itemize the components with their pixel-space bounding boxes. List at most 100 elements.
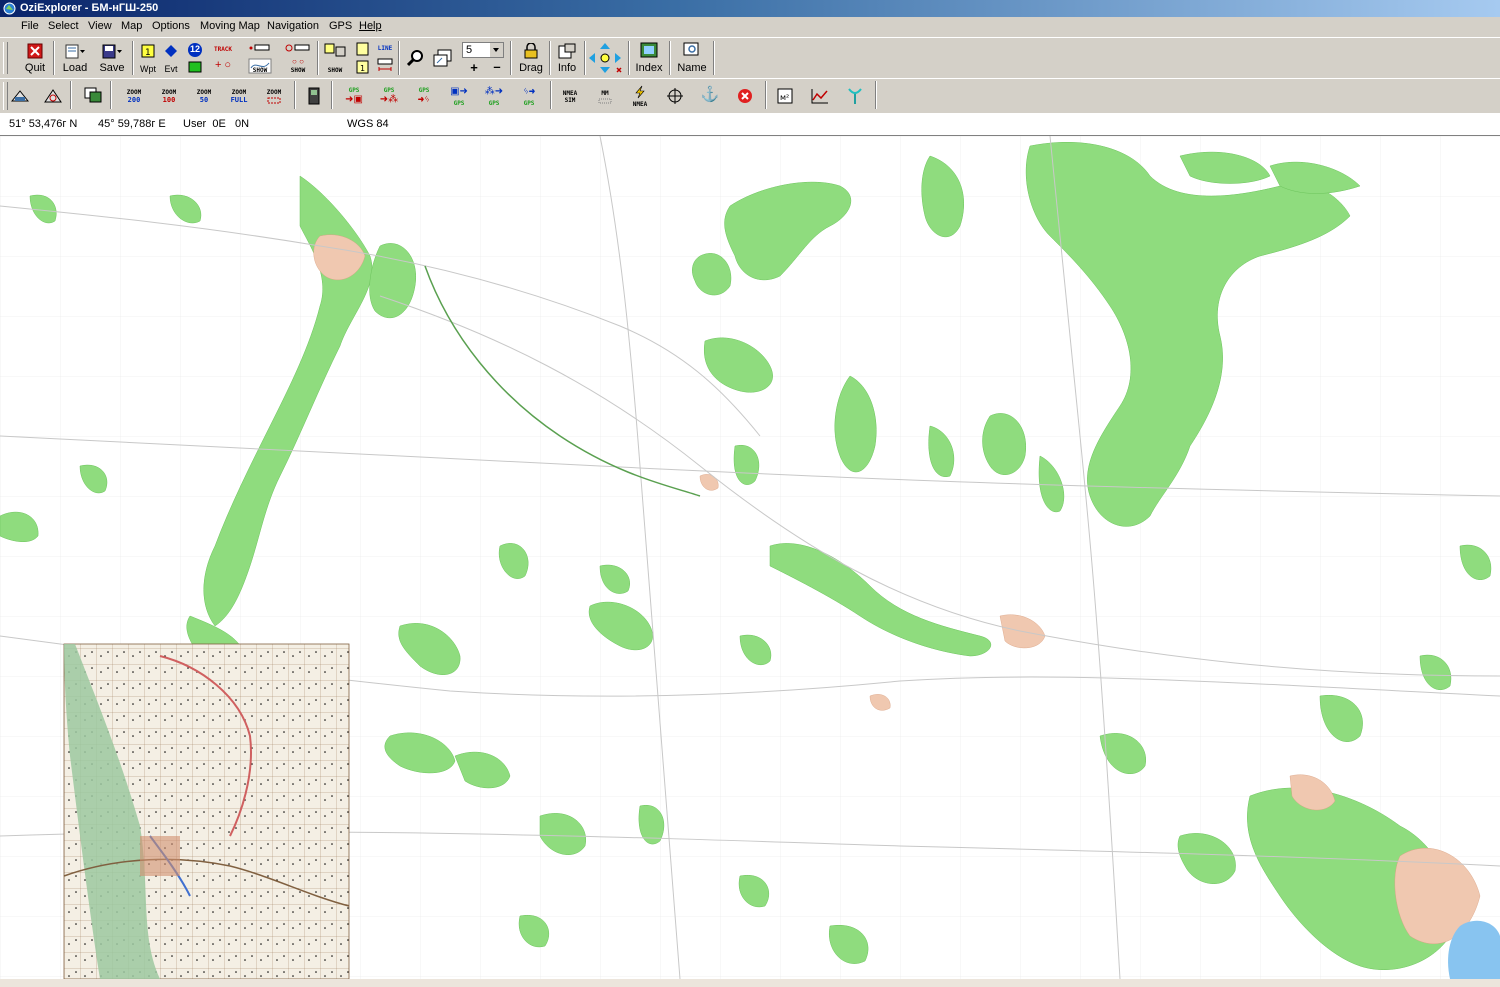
properties-icon: 1 [356,42,369,74]
drag-button[interactable]: Drag [515,39,547,77]
transfer-arrow-icon: ➜▣ [345,94,363,105]
map-center-button[interactable] [42,83,64,109]
pan-arrows-button[interactable] [586,39,624,77]
zoom-50-button[interactable]: ZOOM 50 [190,83,218,109]
info-button[interactable]: Info [552,39,582,77]
separator [70,81,72,109]
index-button[interactable]: Index [632,39,666,77]
window-title: OziExplorer - БМ-нГШ-250 [20,2,159,14]
name-search-icon [683,42,699,56]
separator [765,81,767,109]
separator [294,81,296,109]
altitude-plot-button[interactable] [808,83,832,109]
find-button[interactable] [404,39,428,77]
separator [317,41,319,75]
menu-select[interactable]: Select [48,20,79,32]
menu-gps[interactable]: GPS [329,20,352,32]
map-window-button[interactable] [431,39,455,77]
menu-options[interactable]: Options [152,20,190,32]
lightning-icon [635,85,645,99]
chevron-down-icon[interactable] [489,43,503,57]
transfer-arrow-icon: ➜ᛃ [418,94,430,105]
crosshair-icon [667,88,683,104]
map-objects-icon [324,43,346,57]
waypoint-button[interactable]: 1 Wpt [137,39,159,77]
zoom-in-button[interactable]: + [466,60,482,75]
track-show-button[interactable]: SHOW [244,39,276,77]
upload-arrow-icon: ▣➜ [450,86,468,97]
zoom-100-button[interactable]: ZOOM 100 [155,83,183,109]
save-button[interactable]: Save [96,39,128,77]
route-show-button[interactable]: ○ ○ SHOW [282,39,314,77]
nmea-button[interactable]: NMEA [626,83,654,109]
gps-waypoints-button[interactable]: GPS ➜▣ [340,83,368,109]
oziexplorer-app-icon [3,2,16,15]
zoom-level-select[interactable]: 5 [462,42,504,58]
area-button[interactable]: м² [773,83,797,109]
coordinate-status-bar: 51° 53,476г N 45° 59,788г E User 0E 0N W… [0,113,1500,136]
name-search-button[interactable]: Name [674,39,710,77]
moving-map-button[interactable]: MM [591,83,619,109]
svg-text:1: 1 [360,64,365,73]
track-button[interactable]: TRACK + ○ [208,39,238,77]
magnifier-icon [407,50,423,67]
menu-file[interactable]: File [21,20,39,32]
upload-waypoints-button[interactable]: ▣➜ GPS [445,83,473,109]
separator [53,41,55,75]
nmea-sim-button[interactable]: NMEA SIM [556,83,584,109]
topographic-map[interactable] [0,136,1500,979]
map-inset[interactable] [63,643,350,979]
menu-map[interactable]: Map [121,20,142,32]
move-arrows-icon [589,43,622,73]
title-bar: OziExplorer - БМ-нГШ-250 [0,0,1500,17]
gps-signal-button[interactable] [843,83,867,109]
center-on-position-button[interactable] [663,83,687,109]
map-copy-button[interactable] [82,83,104,109]
main-toolbar: Quit Load Save 1 Wpt Evt 12 TRACK + ○ SH… [0,37,1500,79]
anchor-alarm-button[interactable]: ⚓ [698,83,722,109]
gps-routes-button[interactable]: GPS ➜ᛃ [410,83,438,109]
event-button[interactable]: Evt [160,39,182,77]
gps-device-button[interactable] [303,83,325,109]
zoom-box-button[interactable]: ZOOM [260,83,288,109]
line-button[interactable]: LINE [375,39,395,77]
menu-moving-map[interactable]: Moving Map [200,20,260,32]
zoom-full-button[interactable]: ZOOM FULL [225,83,253,109]
zoom-out-button[interactable]: – [489,59,505,75]
minus-icon: – [493,59,501,74]
separator [132,41,134,75]
load-icon [65,44,85,59]
map-view[interactable] [0,136,1500,979]
stop-icon [738,89,752,103]
window-icon [433,49,452,67]
zoom-200-button[interactable]: ZOOM 200 [120,83,148,109]
map-objects-button[interactable]: SHOW [320,39,350,77]
toolbar-grip[interactable] [3,42,8,74]
svg-text:1: 1 [145,48,151,58]
stop-button[interactable] [733,83,757,109]
datum-readout: WGS 84 [347,118,389,130]
measure-icon [377,58,393,71]
transfer-arrow-icon: ➜⁂ [379,94,399,105]
map-scale-button[interactable] [9,83,31,109]
waypoint-icon: 1 [141,44,155,58]
load-button[interactable]: Load [59,39,91,77]
window-bottom-border [0,979,1500,987]
copy-map-icon [84,87,102,103]
gps-tracks-button[interactable]: GPS ➜⁂ [375,83,403,109]
separator [549,41,551,75]
user-grid-readout: User 0E 0N [183,118,250,130]
menu-view[interactable]: View [88,20,112,32]
separator [398,41,400,75]
upload-tracks-button[interactable]: ⁂➜ GPS [480,83,508,109]
menu-help[interactable]: Help [359,20,382,32]
map-properties-button[interactable]: 1 [353,39,373,77]
separator [713,41,715,75]
waypoint-number-button[interactable]: 12 [184,39,206,77]
quit-button[interactable]: Quit [20,39,50,77]
menu-navigation[interactable]: Navigation [267,20,319,32]
upload-routes-button[interactable]: ᛃ➜ GPS [515,83,543,109]
separator [110,81,112,109]
route-icon [285,44,310,52]
toolbar-grip[interactable] [3,82,8,110]
